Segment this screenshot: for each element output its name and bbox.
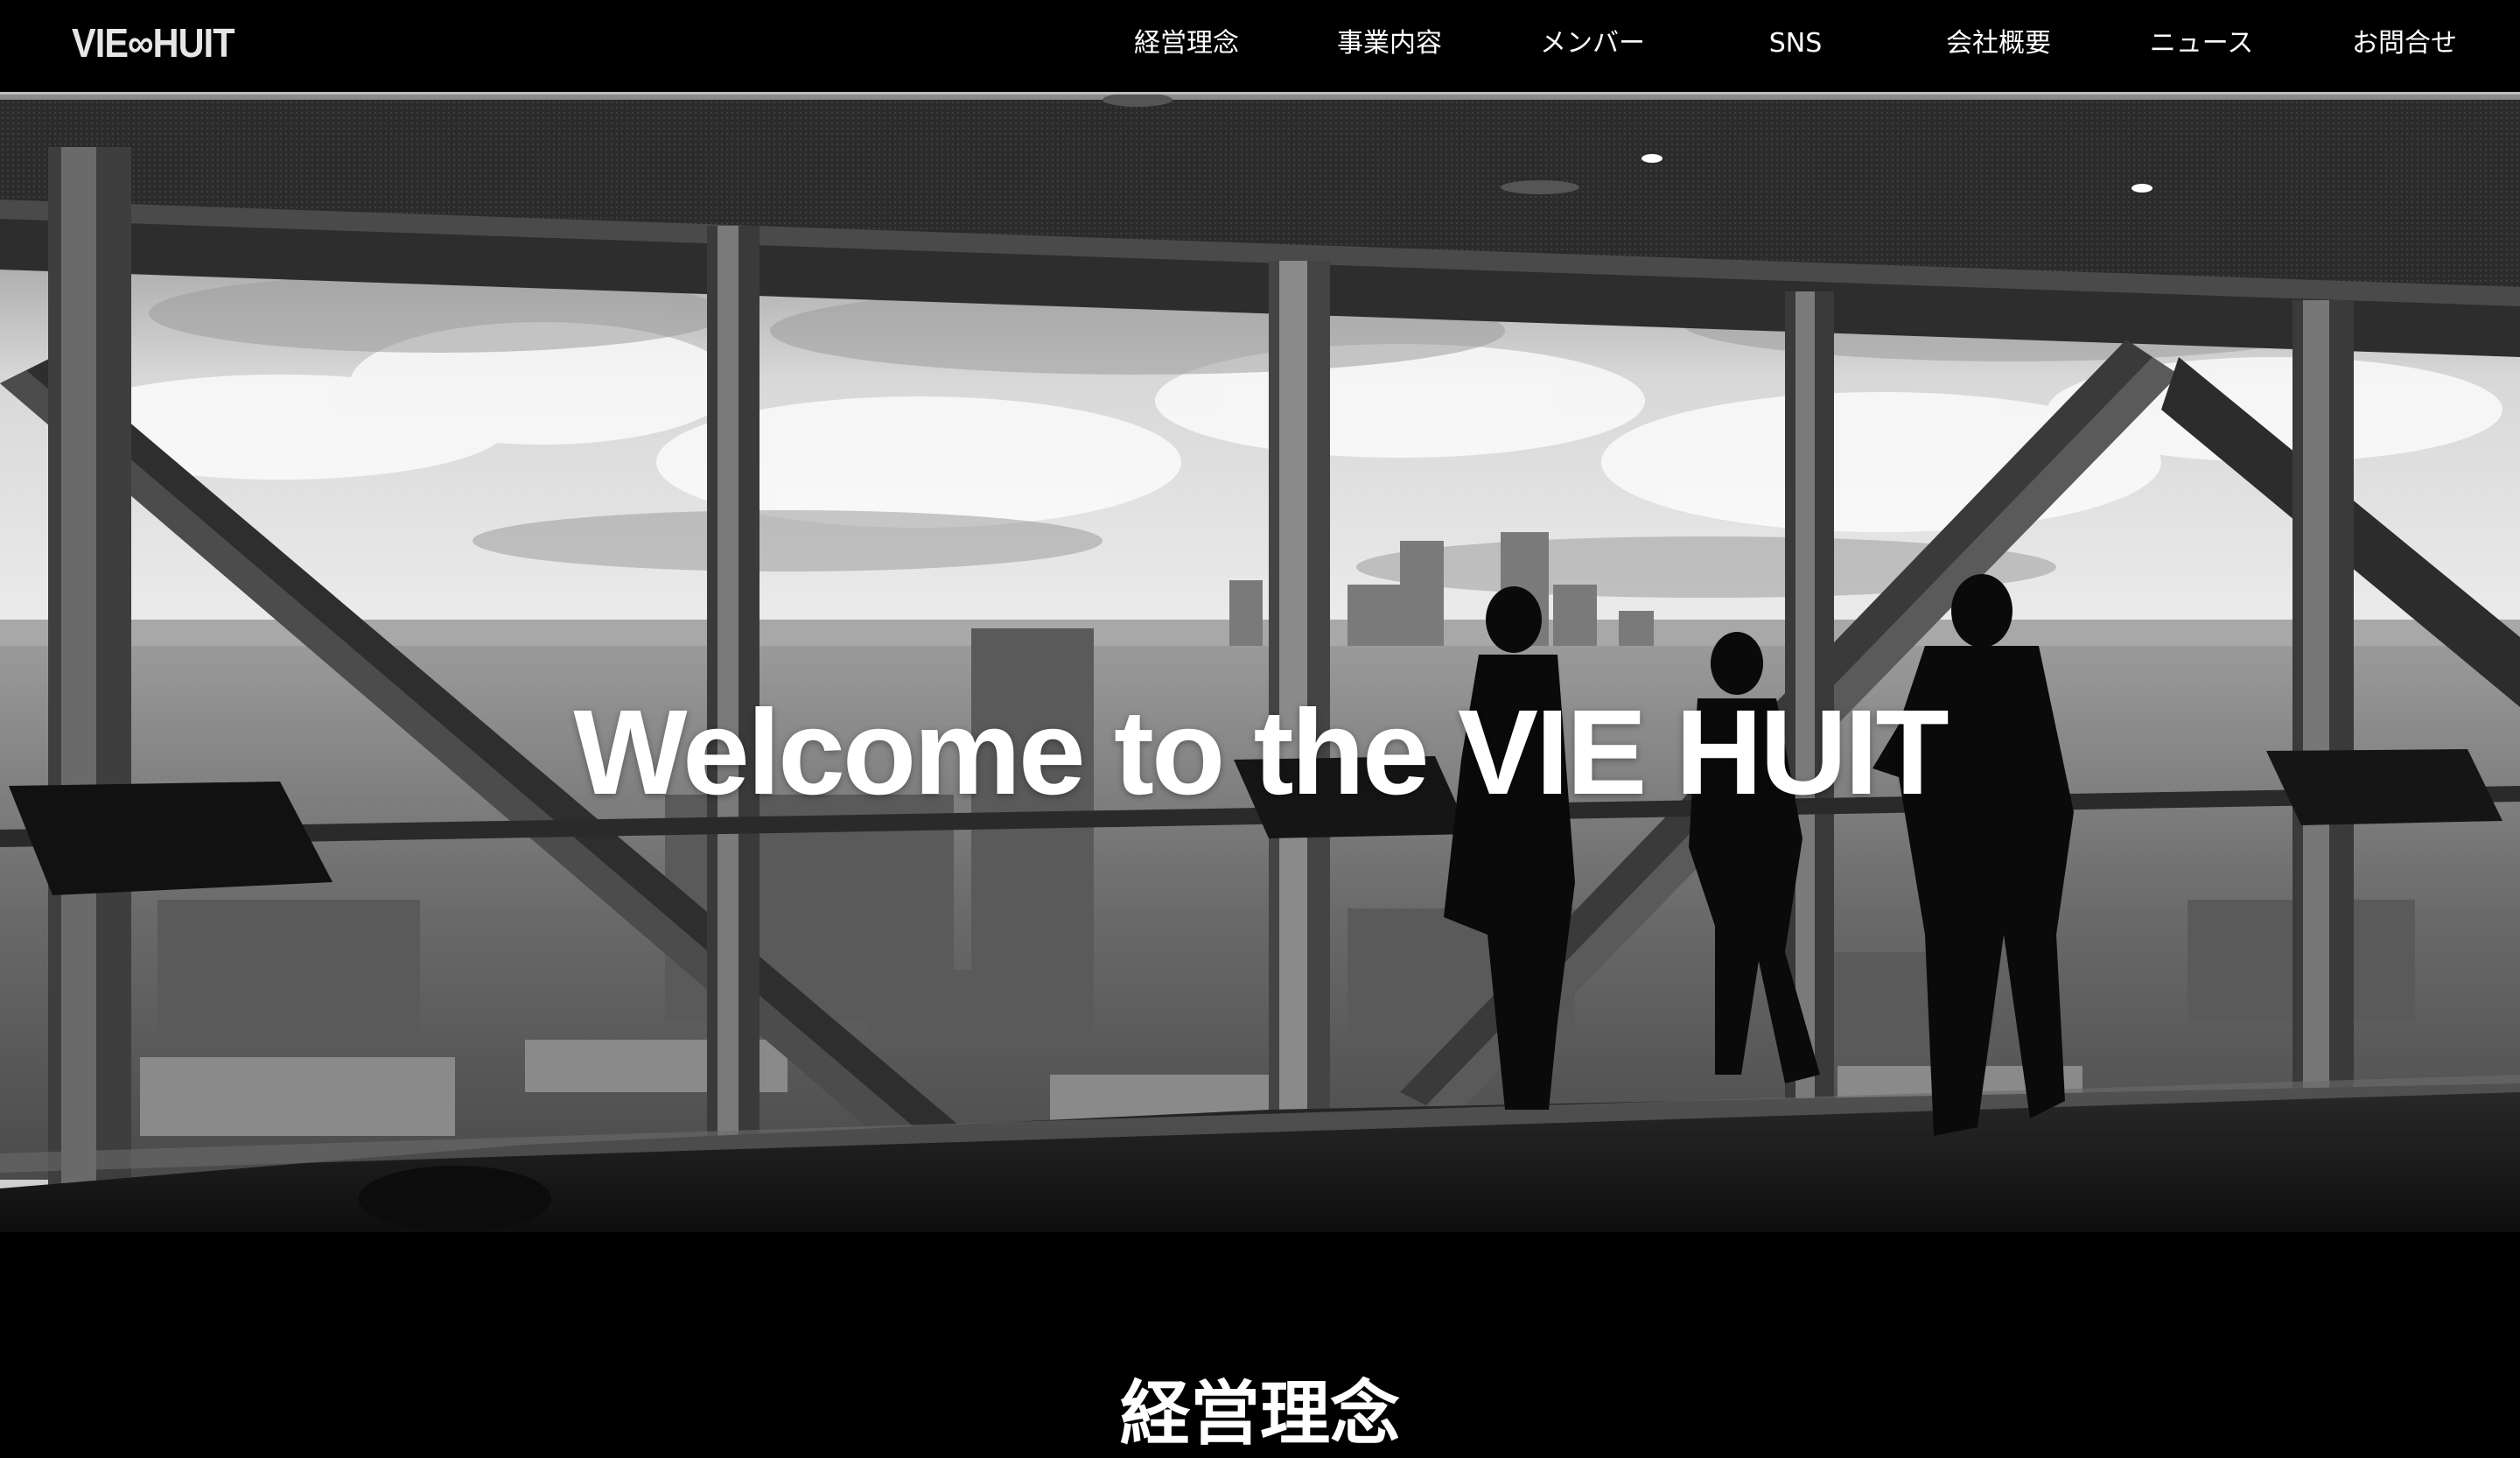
site-logo[interactable]: VIE∞HUIT xyxy=(72,16,235,70)
nav-item-contact[interactable]: お問合せ xyxy=(2303,25,2506,63)
nav-item-news[interactable]: ニュース xyxy=(2100,25,2303,63)
nav-item-business[interactable]: 事業内容 xyxy=(1288,25,1491,63)
nav-item-sns[interactable]: SNS xyxy=(1694,25,1897,63)
hero-headline: Welcome to the VIE HUIT xyxy=(573,685,1949,821)
site-header: VIE∞HUIT 経営理念 事業内容 メンバー SNS 会社概要 ニュース お問… xyxy=(0,0,2520,95)
hero-section: Welcome to the VIE HUIT xyxy=(0,95,2520,1232)
nav-item-members[interactable]: メンバー xyxy=(1491,25,1694,63)
nav-item-philosophy[interactable]: 経営理念 xyxy=(1085,25,1288,63)
main-nav: 経営理念 事業内容 メンバー SNS 会社概要 ニュース お問合せ xyxy=(1085,0,2520,91)
section-title-philosophy: 経営理念 xyxy=(1120,1373,1400,1455)
nav-item-company[interactable]: 会社概要 xyxy=(1897,25,2100,63)
hero-image xyxy=(0,95,2520,1232)
